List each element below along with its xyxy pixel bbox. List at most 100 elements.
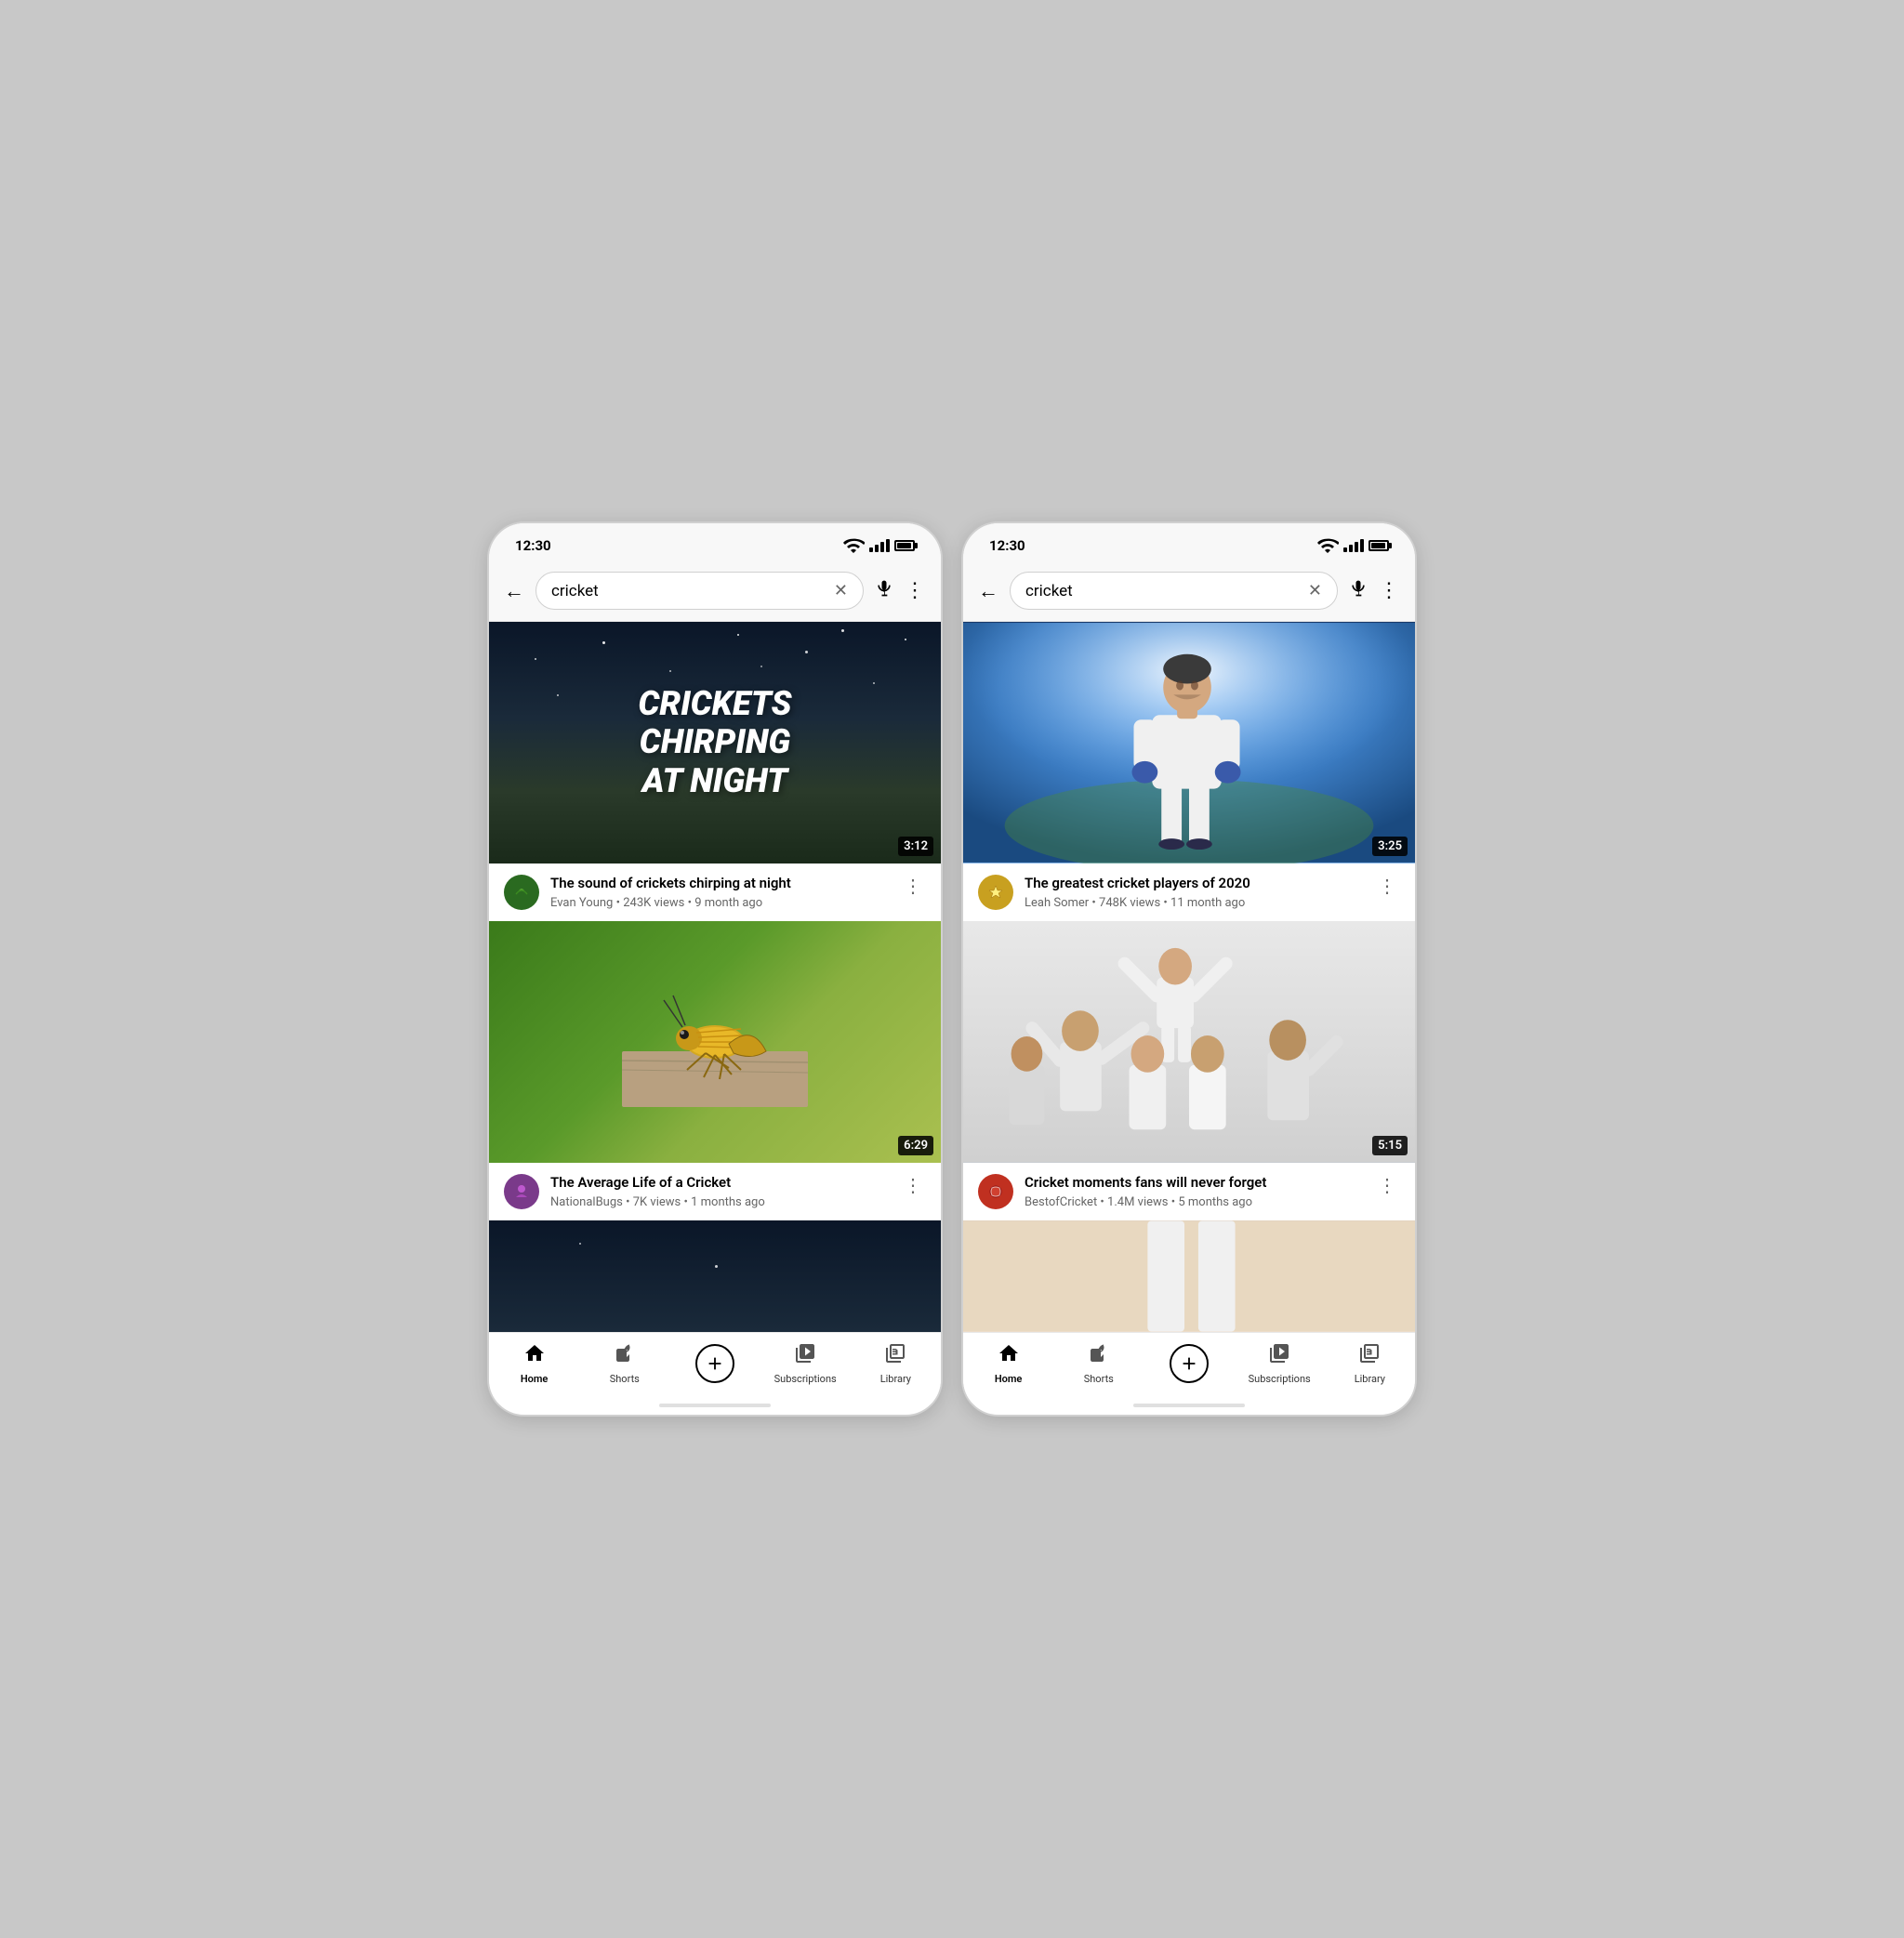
nav-subscriptions-right[interactable]: Subscriptions xyxy=(1247,1342,1312,1385)
shorts-icon-left xyxy=(614,1342,636,1369)
nav-library-label-right: Library xyxy=(1355,1373,1385,1385)
video-item-6[interactable] xyxy=(963,1220,1415,1332)
video-meta-5: Cricket moments fans will never forget B… xyxy=(963,1163,1415,1220)
nav-subscriptions-left[interactable]: Subscriptions xyxy=(773,1342,838,1385)
thumbnail-1[interactable]: CRICKETSCHIRPINGAT NIGHT 3:12 xyxy=(489,622,941,864)
cricket-bug-svg xyxy=(622,977,808,1107)
time-right: 12:30 xyxy=(989,537,1025,554)
clear-button-left[interactable]: ✕ xyxy=(834,581,848,600)
home-icon-left xyxy=(523,1342,546,1369)
thumbnail-2[interactable]: 6:29 xyxy=(489,921,941,1163)
nav-bar-left: Home Shorts Subscriptions xyxy=(489,1332,941,1404)
nav-add-right[interactable] xyxy=(1157,1344,1222,1383)
avatar-5 xyxy=(978,1174,1013,1209)
more-button-right[interactable]: ⋮ xyxy=(1379,579,1400,602)
thumbnail-4[interactable]: 3:25 xyxy=(963,622,1415,864)
search-input-wrap-right[interactable]: cricket ✕ xyxy=(1010,572,1338,610)
avatar-1 xyxy=(504,875,539,910)
thumbnail-6[interactable] xyxy=(963,1220,1415,1332)
meta-text-5: Cricket moments fans will never forget B… xyxy=(1025,1174,1363,1209)
nav-shorts-left[interactable]: Shorts xyxy=(592,1342,657,1385)
battery-icon-right xyxy=(1368,540,1389,551)
phone-right: 12:30 ← cricket ✕ xyxy=(961,521,1417,1417)
content-right: 3:25 The greatest cricket players of 202… xyxy=(963,622,1415,1332)
more-options-5[interactable]: ⋮ xyxy=(1374,1174,1400,1196)
battery-icon-left xyxy=(894,540,915,551)
signal-icon-right xyxy=(1343,539,1364,552)
library-icon-left xyxy=(884,1342,906,1369)
player-svg xyxy=(963,622,1415,864)
thumbnail-5[interactable]: 5:15 xyxy=(963,921,1415,1163)
nav-home-label-left: Home xyxy=(521,1373,549,1385)
search-text-left: cricket xyxy=(551,582,826,600)
wifi-icon-right xyxy=(1316,534,1339,557)
bottom-indicator-right xyxy=(1133,1404,1245,1407)
video-sub-4: Leah Somer • 748K views • 11 month ago xyxy=(1025,896,1363,910)
nav-bar-right: Home Shorts Subscriptions xyxy=(963,1332,1415,1404)
phones-container: 12:30 ← cricket ✕ xyxy=(487,521,1417,1417)
more-button-left[interactable]: ⋮ xyxy=(905,579,926,602)
video-title-5: Cricket moments fans will never forget xyxy=(1025,1174,1363,1193)
video-item-5[interactable]: 5:15 Cricket moments fans will never for… xyxy=(963,921,1415,1220)
shorts-icon-right xyxy=(1088,1342,1110,1369)
video-item-4[interactable]: 3:25 The greatest cricket players of 202… xyxy=(963,622,1415,921)
video-sub-1: Evan Young • 243K views • 9 month ago xyxy=(550,896,889,910)
wifi-icon-left xyxy=(842,534,865,557)
nav-subscriptions-label-right: Subscriptions xyxy=(1249,1373,1311,1385)
video-title-2: The Average Life of a Cricket xyxy=(550,1174,889,1193)
thumbnail-3[interactable] xyxy=(489,1220,941,1332)
nav-subscriptions-label-left: Subscriptions xyxy=(774,1373,837,1385)
video-meta-2: The Average Life of a Cricket NationalBu… xyxy=(489,1163,941,1220)
avatar-2 xyxy=(504,1174,539,1209)
mic-button-right[interactable] xyxy=(1349,579,1368,602)
subscriptions-icon-left xyxy=(794,1342,816,1369)
nav-shorts-right[interactable]: Shorts xyxy=(1066,1342,1131,1385)
phone-left: 12:30 ← cricket ✕ xyxy=(487,521,943,1417)
status-bar-right: 12:30 xyxy=(963,523,1415,564)
back-button-left[interactable]: ← xyxy=(504,579,524,603)
celebration-svg xyxy=(963,921,1415,1163)
more-options-4[interactable]: ⋮ xyxy=(1374,875,1400,897)
more-options-1[interactable]: ⋮ xyxy=(900,875,926,897)
signal-icon-left xyxy=(869,539,890,552)
bottom-indicator-left xyxy=(659,1404,771,1407)
video-meta-1: The sound of crickets chirping at night … xyxy=(489,864,941,921)
time-left: 12:30 xyxy=(515,537,551,554)
more-options-2[interactable]: ⋮ xyxy=(900,1174,926,1196)
video-title-1: The sound of crickets chirping at night xyxy=(550,875,889,893)
meta-text-4: The greatest cricket players of 2020 Lea… xyxy=(1025,875,1363,910)
nav-library-right[interactable]: Library xyxy=(1337,1342,1402,1385)
mic-button-left[interactable] xyxy=(875,579,893,602)
video-item-3[interactable] xyxy=(489,1220,941,1332)
meta-text-2: The Average Life of a Cricket NationalBu… xyxy=(550,1174,889,1209)
search-text-right: cricket xyxy=(1025,582,1301,600)
duration-2: 6:29 xyxy=(898,1136,933,1155)
nav-shorts-label-left: Shorts xyxy=(610,1373,640,1385)
video-item-2[interactable]: 6:29 The Average Life of a Cricket Natio… xyxy=(489,921,941,1220)
status-icons-left xyxy=(842,534,915,557)
search-input-wrap-left[interactable]: cricket ✕ xyxy=(536,572,864,610)
nav-add-left[interactable] xyxy=(682,1344,747,1383)
nav-library-label-left: Library xyxy=(880,1373,911,1385)
library-icon-right xyxy=(1358,1342,1381,1369)
video-item-1[interactable]: CRICKETSCHIRPINGAT NIGHT 3:12 The sound … xyxy=(489,622,941,921)
duration-4: 3:25 xyxy=(1372,837,1408,856)
video-title-4: The greatest cricket players of 2020 xyxy=(1025,875,1363,893)
nav-home-label-right: Home xyxy=(995,1373,1023,1385)
video-meta-4: The greatest cricket players of 2020 Lea… xyxy=(963,864,1415,921)
clear-button-right[interactable]: ✕ xyxy=(1308,581,1322,600)
nav-shorts-label-right: Shorts xyxy=(1084,1373,1114,1385)
add-icon-right[interactable] xyxy=(1170,1344,1209,1383)
duration-1: 3:12 xyxy=(898,837,933,856)
search-bar-left: ← cricket ✕ ⋮ xyxy=(489,564,941,622)
add-icon-left[interactable] xyxy=(695,1344,734,1383)
nav-home-left[interactable]: Home xyxy=(502,1342,567,1385)
content-left: CRICKETSCHIRPINGAT NIGHT 3:12 The sound … xyxy=(489,622,941,1332)
meta-text-1: The sound of crickets chirping at night … xyxy=(550,875,889,910)
status-bar-left: 12:30 xyxy=(489,523,941,564)
nav-library-left[interactable]: Library xyxy=(863,1342,928,1385)
video-sub-5: BestofCricket • 1.4M views • 5 months ag… xyxy=(1025,1195,1363,1209)
status-icons-right xyxy=(1316,534,1389,557)
back-button-right[interactable]: ← xyxy=(978,579,998,603)
nav-home-right[interactable]: Home xyxy=(976,1342,1041,1385)
